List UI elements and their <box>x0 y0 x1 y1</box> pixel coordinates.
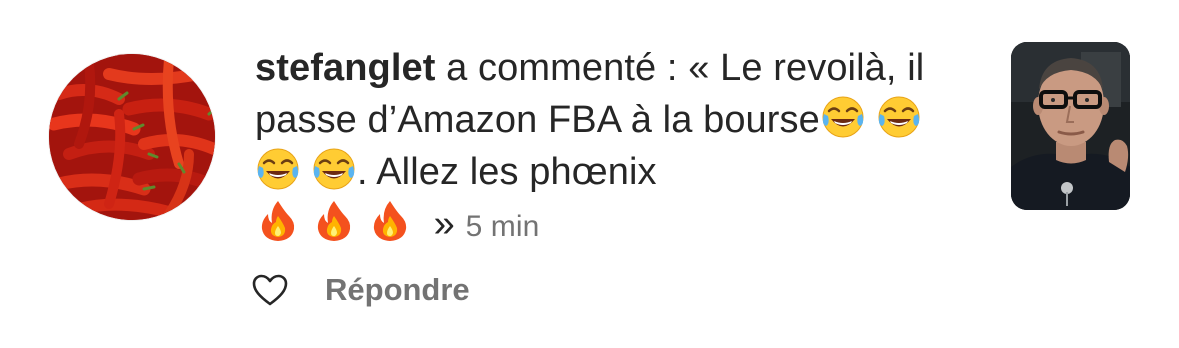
fire-icon <box>255 198 301 244</box>
user-avatar[interactable] <box>49 54 215 220</box>
post-thumbnail[interactable] <box>1011 42 1130 210</box>
heart-outline-icon[interactable] <box>250 270 290 310</box>
comment-notification[interactable]: stefanglet a commenté : « Le revoilà, il… <box>0 0 1179 348</box>
fire-icon <box>367 198 413 244</box>
timestamp: 5 min <box>465 210 540 243</box>
reply-button[interactable]: Répondre <box>325 272 470 308</box>
closing-quote: » <box>433 203 455 245</box>
face-with-tears-of-joy-icon <box>311 146 357 192</box>
comment-text: stefanglet a commenté : « Le revoilà, il… <box>255 42 985 253</box>
face-with-tears-of-joy-icon <box>876 94 922 140</box>
comment-body-continued: . Allez les phœnix <box>357 151 657 193</box>
comment-actions: Répondre <box>250 266 470 314</box>
username[interactable]: stefanglet <box>255 47 435 89</box>
face-with-tears-of-joy-icon <box>255 146 301 192</box>
fire-icon <box>311 198 357 244</box>
face-with-tears-of-joy-icon <box>820 94 866 140</box>
